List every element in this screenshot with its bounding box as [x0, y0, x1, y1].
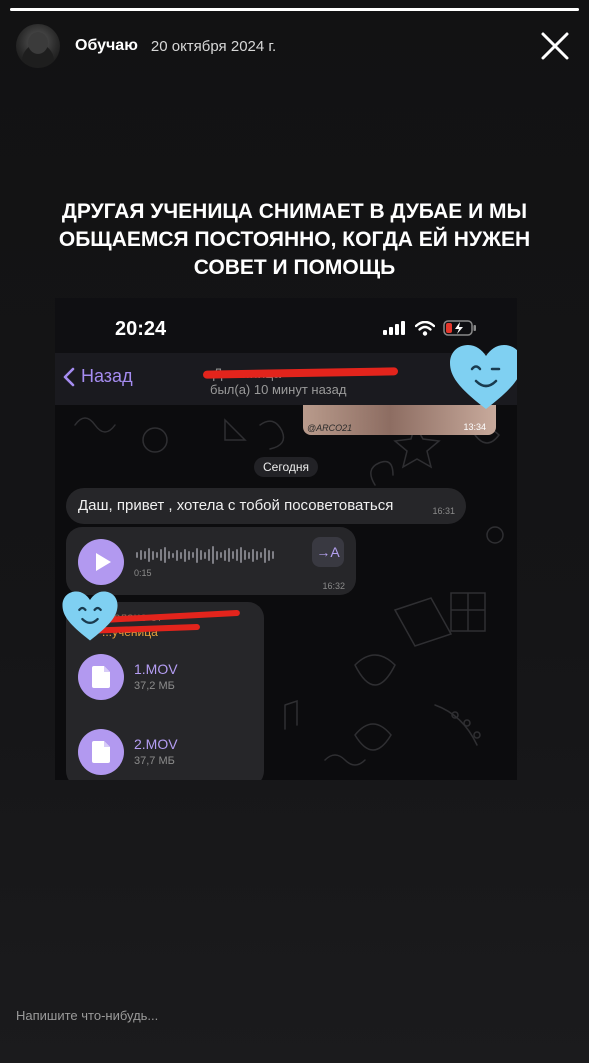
- waveform-bar: [268, 549, 270, 561]
- waveform-bar: [236, 549, 238, 561]
- chat-screenshot: 20:24 Назад был(а) 10 минут назад @ARCO2…: [55, 298, 517, 780]
- close-icon[interactable]: [537, 28, 573, 64]
- chat-area[interactable]: @ARCO21 13:34 Сегодня Даш, привет , хоте…: [55, 405, 517, 780]
- waveform-bar: [240, 547, 242, 563]
- back-button[interactable]: Назад: [63, 366, 133, 387]
- story-date: 20 октября 2024 г.: [150, 37, 277, 55]
- status-icons: [383, 320, 477, 336]
- story-caption: Другая ученица снимает в Дубае и мы обща…: [58, 200, 531, 279]
- waveform-bar: [260, 552, 262, 558]
- message-bubble[interactable]: Даш, привет , хотела с тобой посоветоват…: [66, 488, 466, 524]
- voice-waveform[interactable]: [136, 545, 274, 565]
- waveform-bar: [200, 550, 202, 560]
- waveform-bar: [184, 548, 186, 562]
- heart-sticker-icon: [450, 345, 517, 409]
- back-label: Назад: [81, 366, 133, 386]
- waveform-bar: [232, 551, 234, 559]
- waveform-bar: [144, 551, 146, 559]
- play-icon[interactable]: [78, 539, 124, 585]
- file-icon[interactable]: [78, 729, 124, 775]
- waveform-bar: [152, 550, 154, 560]
- waveform-bar: [248, 551, 250, 559]
- waveform-bar: [176, 549, 178, 561]
- wifi-icon: [415, 320, 435, 336]
- contact-name-redacted[interactable]: Д... ...ница: [202, 365, 403, 381]
- waveform-bar: [148, 548, 150, 562]
- waveform-bar: [224, 549, 226, 561]
- last-seen-status: был(а) 10 минут назад: [210, 382, 347, 397]
- photo-time: 13:34: [463, 422, 486, 432]
- heart-sticker-icon: [62, 591, 118, 641]
- waveform-bar: [256, 550, 258, 560]
- waveform-bar: [140, 550, 142, 560]
- photo-watermark: @ARCO21: [307, 423, 353, 433]
- reply-input[interactable]: Напишите что-нибудь...: [16, 1008, 158, 1023]
- transcribe-button[interactable]: →A: [312, 537, 344, 567]
- waveform-bar: [172, 552, 174, 558]
- file-size: 37,7 МБ: [134, 755, 175, 767]
- voice-message[interactable]: 0:15 →A 16:32: [66, 527, 356, 595]
- waveform-bar: [264, 547, 266, 563]
- file-size: 37,2 МБ: [134, 680, 175, 692]
- signal-icon: [383, 321, 405, 335]
- file-name: 1.MOV: [134, 661, 178, 677]
- message-text: Даш, привет , хотела с тобой посоветоват…: [78, 497, 394, 514]
- waveform-bar: [204, 551, 206, 559]
- waveform-bar: [160, 549, 162, 561]
- battery-icon: [443, 320, 476, 336]
- waveform-bar: [136, 552, 138, 558]
- voice-duration: 0:15: [134, 568, 152, 578]
- waveform-bar: [216, 550, 218, 560]
- file-icon[interactable]: [78, 654, 124, 700]
- date-divider: Сегодня: [254, 457, 318, 477]
- waveform-bar: [196, 547, 198, 563]
- waveform-bar: [192, 552, 194, 558]
- file-name: 2.MOV: [134, 736, 178, 752]
- waveform-bar: [180, 551, 182, 559]
- message-time: 16:31: [432, 506, 455, 516]
- back-chevron-icon: [63, 367, 75, 386]
- avatar[interactable]: [16, 24, 60, 68]
- waveform-bar: [156, 552, 158, 558]
- waveform-bar: [228, 548, 230, 562]
- waveform-bar: [188, 550, 190, 560]
- author-name[interactable]: Обучаю: [75, 37, 138, 55]
- story-progress-fill: [10, 8, 579, 11]
- status-time: 20:24: [115, 318, 167, 340]
- waveform-bar: [168, 551, 170, 559]
- waveform-bar: [244, 550, 246, 560]
- waveform-bar: [252, 548, 254, 562]
- waveform-bar: [220, 552, 222, 558]
- story-header: Обучаю 20 октября 2024 г.: [16, 24, 573, 68]
- story-progress-bar: [10, 8, 579, 11]
- voice-time: 16:32: [322, 581, 345, 591]
- waveform-bar: [164, 547, 166, 563]
- waveform-bar: [272, 551, 274, 559]
- waveform-bar: [212, 546, 214, 564]
- waveform-bar: [208, 549, 210, 561]
